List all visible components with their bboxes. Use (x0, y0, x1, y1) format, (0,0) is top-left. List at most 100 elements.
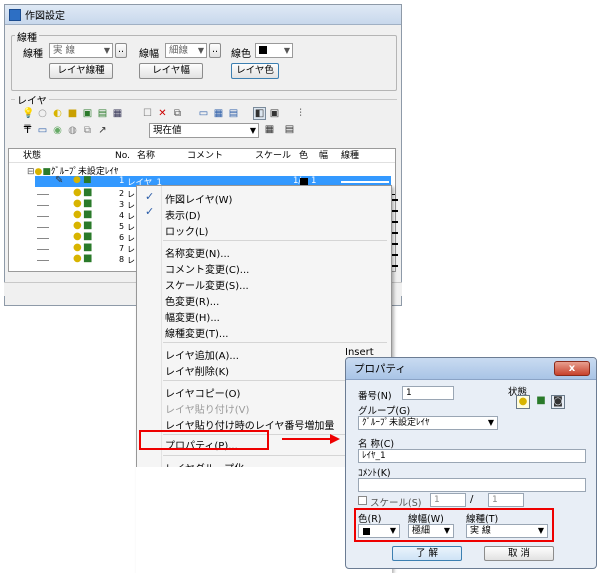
panel-icon[interactable]: ▣ (268, 107, 281, 120)
save-icon[interactable]: ▤ (283, 123, 296, 136)
header-comment[interactable]: コメント (187, 149, 223, 163)
arrow-line (282, 438, 332, 440)
pointer-icon[interactable]: ↗ (96, 124, 109, 137)
copy-layer-icon[interactable]: ⧉ (171, 107, 184, 120)
group-icon[interactable]: ◉ (51, 124, 64, 137)
unlock-icon[interactable]: ▣ (81, 107, 94, 120)
menu-item-delete-layer[interactable]: レイヤ削除(K) (165, 363, 229, 378)
scale-checkbox[interactable] (358, 496, 367, 505)
color-select[interactable]: ▼ (358, 524, 400, 538)
menu-item-paste-layer[interactable]: レイヤ貼り付け(V) (165, 401, 249, 416)
header-color[interactable]: 色 (299, 149, 308, 163)
lock-icon[interactable]: ■ (66, 107, 79, 120)
linecolor-select[interactable]: ▼ (255, 43, 293, 58)
menu-item-copy-layer[interactable]: レイヤコピー(O) (165, 385, 240, 400)
row-no: 5 (119, 222, 125, 231)
unlock-icon[interactable]: ■ (83, 220, 92, 231)
header-status[interactable]: 状態 (23, 149, 41, 163)
arrow-head-icon (330, 434, 340, 444)
linetype-select[interactable]: 実 線 ▼ (49, 43, 113, 58)
comment-input[interactable] (358, 478, 586, 492)
group-select[interactable]: ｸﾞﾙｰﾌﾟ未設定ﾚｲﾔ ▼ (358, 416, 498, 430)
lightbulb-on-icon[interactable]: ● (73, 253, 82, 264)
unlock-icon[interactable]: ■ (83, 175, 92, 185)
lightbulb-toggle-icon[interactable]: ◐ (51, 107, 64, 120)
view-detail-icon[interactable]: ▤ (227, 107, 240, 120)
ok-button[interactable]: 了 解 (392, 546, 462, 561)
menu-item-change-comment[interactable]: コメント変更(C)... (165, 261, 249, 276)
close-button[interactable]: x (554, 361, 590, 376)
monitor-icon[interactable]: ▭ (36, 124, 49, 137)
print-icon[interactable]: ◙ (551, 395, 565, 409)
menu-item-change-width[interactable]: 幅変更(H)... (165, 309, 220, 324)
header-name[interactable]: 名称 (137, 149, 155, 163)
tree-line (37, 216, 49, 217)
delete-layer-icon[interactable]: ✕ (156, 107, 169, 120)
lightbulb-on-icon[interactable]: ● (73, 231, 82, 242)
panel-toggle-icon[interactable]: ◧ (253, 107, 266, 120)
unlock-icon[interactable]: ■ (83, 209, 92, 220)
menu-item-lock[interactable]: ロック(L) (165, 223, 208, 238)
tree-line (37, 238, 49, 239)
lightbulb-on-icon[interactable]: 💡 (21, 107, 34, 120)
menu-item-active-layer[interactable]: 作図レイヤ(W) (165, 191, 232, 206)
table-icon[interactable]: ▦ (263, 123, 276, 136)
unlock-icon[interactable]: ■ (83, 198, 92, 209)
menu-item-show[interactable]: 表示(D) (165, 207, 201, 222)
view-grid-icon[interactable]: ▦ (212, 107, 225, 120)
linetype-select-value: 実 線 (53, 45, 76, 56)
layer-mode-select[interactable]: 現在値 ▼ (149, 123, 259, 138)
header-no[interactable]: No. (115, 149, 130, 163)
linewidth-more-button[interactable]: .. (209, 43, 221, 58)
unlock-icon[interactable]: ■ (534, 395, 548, 409)
lightbulb-on-icon[interactable]: ● (73, 220, 82, 231)
header-scale[interactable]: スケール (255, 149, 291, 163)
scale-denominator-input[interactable]: 1 (488, 493, 524, 507)
tree-view-icon[interactable]: ⫶ (294, 107, 307, 120)
lightbulb-on-icon[interactable]: ● (73, 187, 82, 198)
unlock-icon[interactable]: ■ (83, 231, 92, 242)
new-layer-icon[interactable]: ☐ (141, 107, 154, 120)
lightbulb-on-icon[interactable]: ● (73, 175, 81, 185)
lock-toggle-icon[interactable]: ▤ (96, 107, 109, 120)
layer-width-button[interactable]: レイヤ幅 (139, 63, 203, 79)
cancel-button[interactable]: 取 消 (484, 546, 554, 561)
menu-item-rename[interactable]: 名称変更(N)... (165, 245, 230, 260)
print-icon[interactable]: ▦ (111, 107, 124, 120)
row-linetype-sample (341, 181, 389, 183)
group-edit-icon[interactable]: ◍ (66, 124, 79, 137)
lightbulb-on-icon[interactable]: ● (73, 198, 82, 209)
lightbulb-on-icon[interactable]: ● (516, 395, 530, 409)
menu-item-change-color[interactable]: 色変更(R)... (165, 293, 219, 308)
header-width[interactable]: 幅 (319, 149, 328, 163)
group-copy-icon[interactable]: ⧉ (81, 124, 94, 137)
layer-tree-icon[interactable]: ⊤ (21, 124, 34, 137)
name-input[interactable]: ﾚｲﾔ_1 (358, 449, 586, 463)
unlock-icon[interactable]: ■ (83, 242, 92, 253)
layer-group-label: レイヤ (15, 92, 49, 107)
layer-color-button[interactable]: レイヤ色 (231, 63, 279, 79)
lightbulb-on-icon[interactable]: ● (73, 209, 82, 220)
linetype-label: 線種(T) (466, 514, 499, 525)
number-input[interactable]: 1 (402, 386, 454, 400)
table-row[interactable]: ● ■ 8 レ (35, 253, 145, 265)
unlock-icon[interactable]: ■ (83, 187, 92, 198)
row-no: 3 (119, 200, 125, 209)
linetype-select[interactable]: 実 線 ▼ (466, 524, 548, 538)
layer-linetype-button[interactable]: レイヤ線種 (49, 63, 113, 79)
menu-item-change-linetype[interactable]: 線種変更(T)... (165, 325, 228, 340)
lightbulb-off-icon[interactable]: ○ (36, 107, 49, 120)
lightbulb-on-icon[interactable]: ● (73, 242, 82, 253)
width-label: 線幅(W) (408, 514, 444, 525)
menu-item-change-scale[interactable]: スケール変更(S)... (165, 277, 249, 292)
linetype-more-button[interactable]: .. (115, 43, 127, 58)
header-linetype[interactable]: 線種 (341, 149, 359, 163)
tree-collapse-icon[interactable]: ⊟ (27, 167, 35, 177)
unlock-icon[interactable]: ■ (83, 253, 92, 264)
width-select[interactable]: 極細 ▼ (408, 524, 454, 538)
linewidth-select[interactable]: 細線 ▼ (165, 43, 207, 58)
view-list-icon[interactable]: ▭ (197, 107, 210, 120)
comment-label: ｺﾒﾝﾄ(K) (358, 468, 391, 479)
scale-numerator-input[interactable]: 1 (430, 493, 466, 507)
menu-item-add-layer[interactable]: レイヤ追加(A)... (165, 347, 239, 362)
